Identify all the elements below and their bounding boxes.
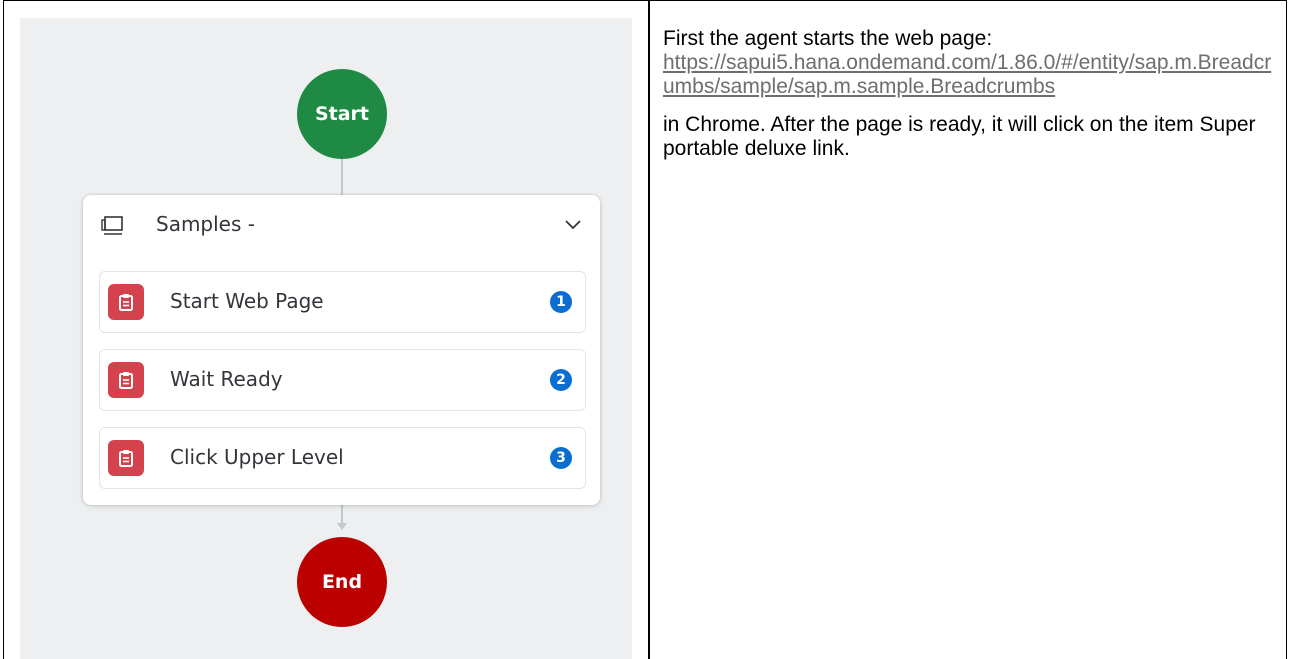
description-outro: in Chrome. After the page is ready, it w… (663, 113, 1256, 160)
table-column-divider (648, 0, 650, 659)
clipboard-icon (108, 284, 144, 320)
step-number-badge: 2 (550, 369, 572, 391)
start-node[interactable]: Start (297, 69, 387, 159)
connector-start-to-group (341, 159, 343, 195)
step-label: Start Web Page (170, 289, 324, 313)
clipboard-icon (108, 440, 144, 476)
group-card[interactable]: Samples - Start Web Page 1 Wait Ready 2 … (83, 195, 600, 505)
end-label: End (321, 571, 363, 593)
step-label: Click Upper Level (170, 445, 344, 469)
monitor-icon (101, 216, 123, 235)
workflow-canvas: Start Samples - Start Web Page 1 Wait Re… (20, 18, 632, 659)
clipboard-icon (108, 362, 144, 398)
step-start-web-page[interactable]: Start Web Page 1 (99, 271, 586, 333)
description-intro: First the agent starts the web page: (663, 27, 993, 50)
step-number-badge: 3 (550, 447, 572, 469)
connector-group-to-end (341, 505, 343, 525)
step-wait-ready[interactable]: Wait Ready 2 (99, 349, 586, 411)
step-number-badge: 1 (550, 291, 572, 313)
sample-url-link[interactable]: https://sapui5.hana.ondemand.com/1.86.0/… (663, 51, 1273, 99)
step-click-upper-level[interactable]: Click Upper Level 3 (99, 427, 586, 489)
step-label: Wait Ready (170, 367, 283, 391)
description-cell: First the agent starts the web page: htt… (663, 27, 1278, 161)
chevron-down-icon[interactable] (564, 217, 582, 231)
start-label: Start (314, 103, 370, 125)
group-title: Samples - (156, 212, 255, 236)
arrow-head (337, 523, 347, 530)
group-header[interactable]: Samples - (83, 195, 600, 257)
end-node[interactable]: End (297, 537, 387, 627)
